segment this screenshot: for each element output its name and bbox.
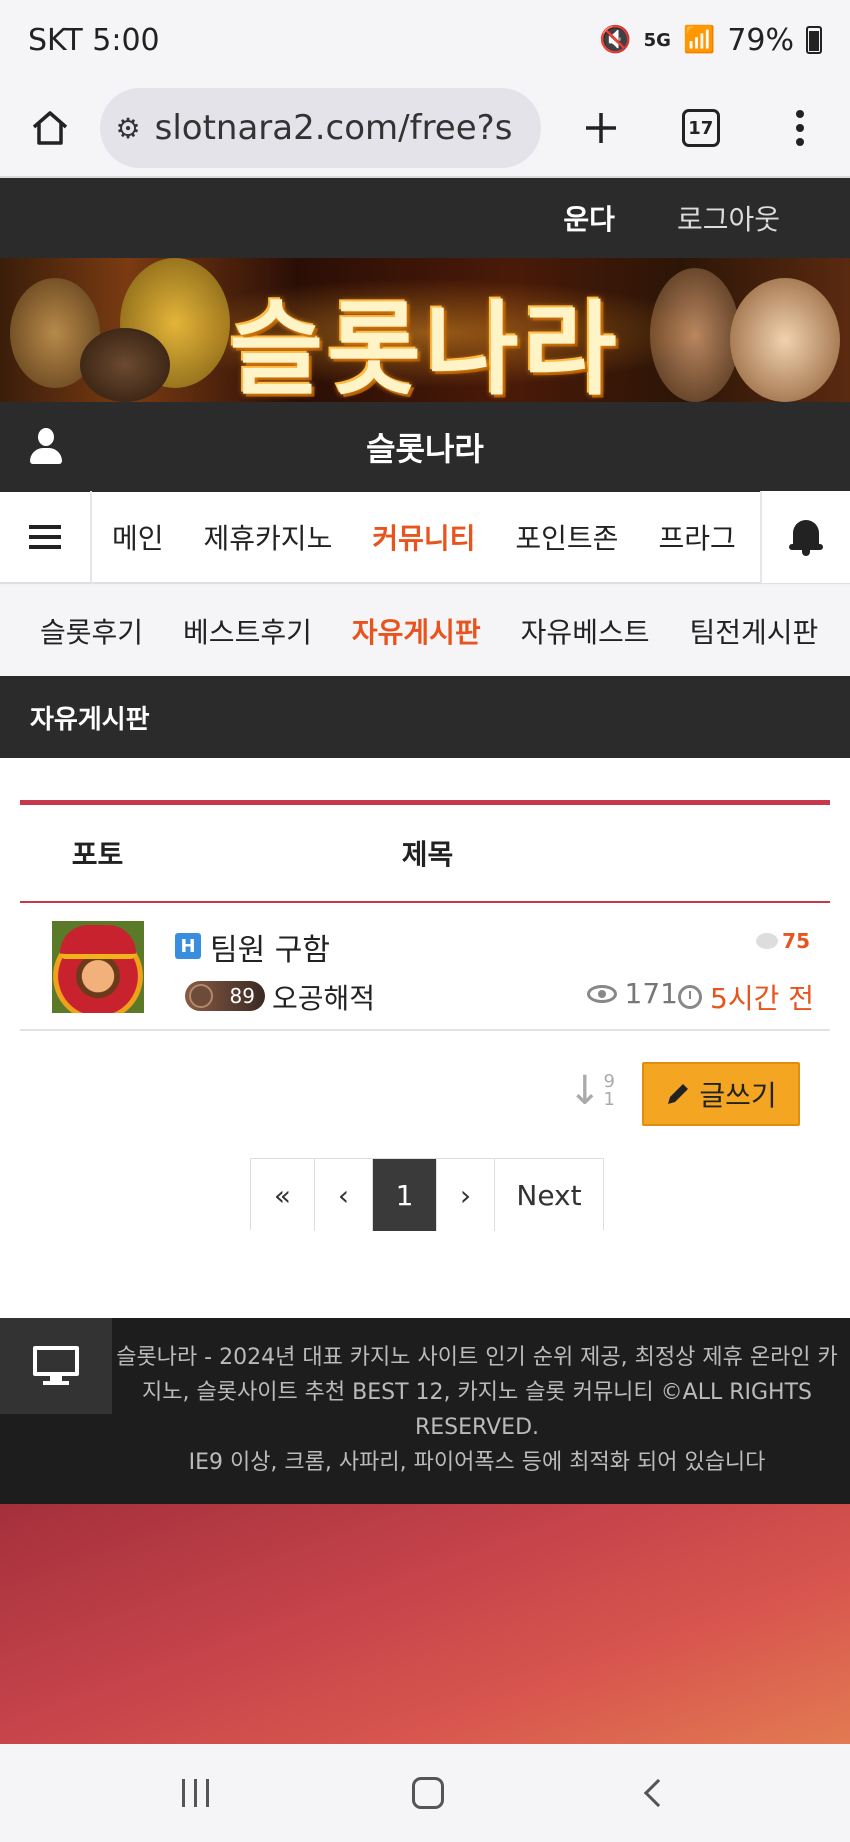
carrier-time: SKT 5:00 [28,22,160,58]
status-icons: 🔇 5G 📶 79% [599,23,822,58]
nav-item-main[interactable]: 메인 [92,517,184,557]
write-button-label: 글쓰기 [699,1079,777,1112]
comment-count-value: 75 [782,929,810,953]
eye-icon [586,984,617,1003]
pencil-icon [668,1084,689,1104]
page-first-button[interactable]: « [251,1159,315,1231]
site-top-bar: 운다 로그아웃 [0,178,850,258]
main-nav-items: 메인 제휴카지노 커뮤니티 포인트존 프라그 [92,517,760,557]
site-banner[interactable]: 슬롯나라 [0,258,850,402]
site-settings-icon[interactable]: ⚙ [116,112,141,145]
sub-nav-slot-review[interactable]: 슬롯후기 [20,611,163,651]
menu-icon[interactable] [0,491,92,583]
url-text: slotnara2.com/free?s [154,108,513,148]
site-name[interactable]: 슬롯나라 [366,424,484,470]
new-tab-button[interactable] [551,79,651,177]
pagination: « ‹ 1 › Next [250,1158,604,1231]
signal-icon: 📶 [682,25,716,55]
sort-arrow-icon: ↓ [568,1068,602,1114]
pc-version-button[interactable] [0,1318,112,1414]
main-nav: 메인 제휴카지노 커뮤니티 포인트존 프라그 [0,491,850,584]
sub-nav-team-board[interactable]: 팀전게시판 [669,611,838,651]
recents-button[interactable] [181,1779,209,1807]
sub-nav-best-review[interactable]: 베스트후기 [163,611,332,651]
sub-nav-free-board[interactable]: 자유게시판 [332,611,501,651]
browser-toolbar: ⚙ slotnara2.com/free?s 17 [0,80,850,178]
system-nav-bar [0,1744,850,1842]
page-background [0,1504,850,1744]
board-content: 포토 제목 H 팀원 구함 75 89 오공해적 171 5시간 전 ↓ 9 1… [0,758,850,1318]
board-title: 자유게시판 [0,676,850,758]
table-header: 포토 제목 [20,805,830,903]
home-button[interactable] [0,79,100,177]
page-prev-button[interactable]: ‹ [315,1159,373,1231]
post-time: 5시간 전 [678,977,814,1017]
page-current[interactable]: 1 [373,1159,437,1231]
view-count: 171 [586,977,678,1010]
plus-icon [586,113,617,143]
system-back-button[interactable] [643,1778,673,1808]
comment-icon [756,933,779,949]
footer-text: 슬롯나라 - 2024년 대표 카지노 사이트 인기 순위 제공, 최정상 제휴… [112,1340,842,1480]
address-bar[interactable]: ⚙ slotnara2.com/free?s [99,88,542,168]
user-icon[interactable] [30,428,62,466]
clock-icon [678,985,702,1009]
post-author[interactable]: 오공해적 [272,977,375,1017]
nav-item-pragmatic[interactable]: 프라그 [638,517,755,557]
5g-icon: 5G [643,29,671,51]
site-header: 슬롯나라 [0,402,850,492]
more-vert-icon [796,110,805,146]
post-table: 포토 제목 H 팀원 구함 75 89 오공해적 171 5시간 전 [20,800,830,1031]
battery-icon [806,26,822,54]
level-medal-icon [189,984,213,1008]
browser-menu-button[interactable] [750,79,850,177]
system-home-button[interactable] [412,1777,445,1809]
write-button[interactable]: 글쓰기 [642,1062,800,1126]
mute-icon: 🔇 [599,25,632,55]
post-time-value: 5시간 전 [710,982,814,1015]
nav-item-partner-casino[interactable]: 제휴카지노 [184,517,353,557]
comment-count: 75 [756,929,810,953]
home-icon [32,111,67,145]
footer-browser-note: IE9 이상, 크롬, 사파리, 파이어폭스 등에 최적화 되어 있습니다 [188,1450,766,1475]
footer-copyright: 슬롯나라 - 2024년 대표 카지노 사이트 인기 순위 제공, 최정상 제휴… [116,1345,838,1440]
hot-badge-icon: H [175,933,201,959]
column-title: 제목 [401,838,454,871]
page-next-button[interactable]: › [437,1159,495,1231]
post-thumbnail[interactable] [52,921,144,1013]
column-photo: 포토 [71,838,124,871]
tab-count: 17 [681,109,720,147]
username-link[interactable]: 운다 [563,198,615,238]
nav-item-point-zone[interactable]: 포인트존 [495,517,638,557]
battery-percent: 79% [727,22,794,58]
table-row[interactable]: H 팀원 구함 75 89 오공해적 171 5시간 전 [20,903,830,1031]
sort-order-icon: 9 1 [603,1071,615,1110]
sub-nav-free-best[interactable]: 자유베스트 [501,611,670,651]
level-badge: 89 [185,981,265,1011]
status-bar: SKT 5:00 🔇 5G 📶 79% [0,0,850,80]
sort-button[interactable]: ↓ 9 1 [568,1068,615,1114]
site-footer: 슬롯나라 - 2024년 대표 카지노 사이트 인기 순위 제공, 최정상 제휴… [0,1318,850,1504]
level-value: 89 [229,984,255,1008]
notification-button[interactable] [760,491,850,583]
banner-logo-text: 슬롯나라 [229,291,621,402]
monitor-icon [33,1346,79,1386]
view-count-value: 171 [624,977,678,1010]
tab-switcher-button[interactable]: 17 [651,79,751,177]
nav-item-community[interactable]: 커뮤니티 [352,517,495,557]
logout-link[interactable]: 로그아웃 [677,198,780,238]
sub-nav: 슬롯후기 베스트후기 자유게시판 자유베스트 팀전게시판 [0,586,850,676]
page-next-label-button[interactable]: Next [495,1159,603,1231]
post-title[interactable]: 팀원 구함 [210,925,330,969]
bell-icon [789,518,823,556]
